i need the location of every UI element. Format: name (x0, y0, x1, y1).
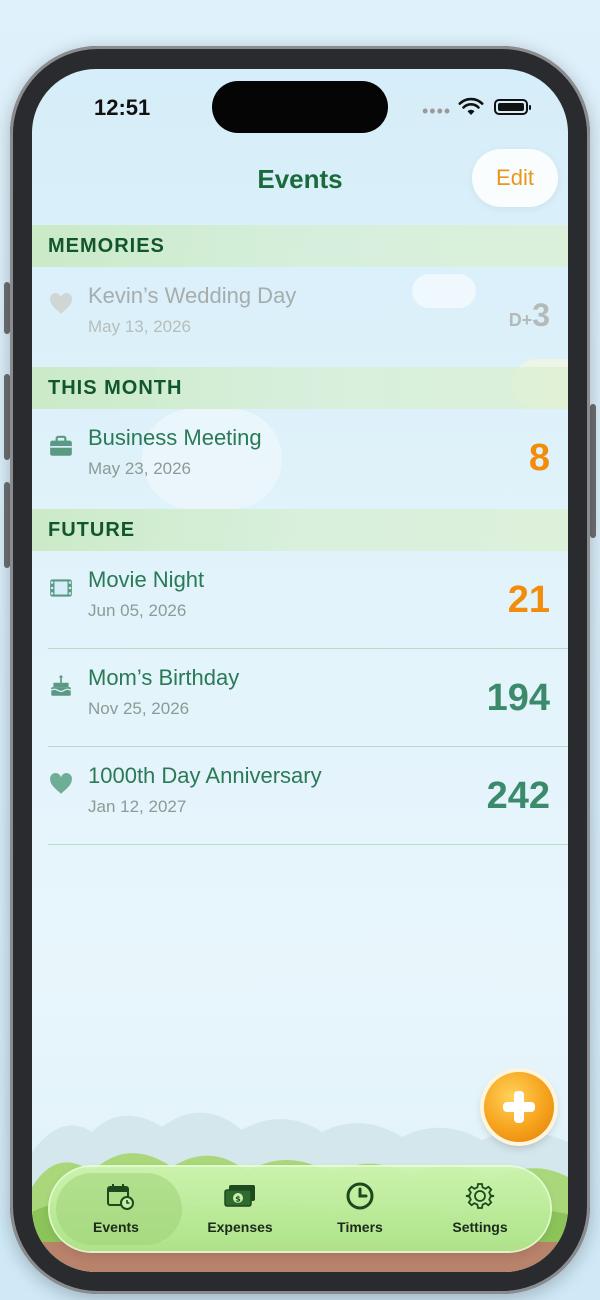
money-icon: $ (224, 1185, 255, 1207)
add-event-button[interactable] (484, 1072, 554, 1142)
days-until-count: 8 (528, 437, 550, 479)
row-divider (48, 746, 568, 747)
event-row[interactable]: Business Meeting May 23, 2026 8 (32, 411, 568, 507)
days-until-count: 194 (486, 677, 550, 719)
wifi-icon (458, 97, 484, 115)
calendar-clock-icon (107, 1184, 134, 1210)
tab-expenses[interactable]: $ Expenses (180, 1167, 300, 1251)
tab-settings[interactable]: Settings (420, 1167, 540, 1251)
event-title: Kevin’s Wedding Day (88, 283, 297, 308)
gear-icon (465, 1183, 495, 1209)
tab-events[interactable]: Events (50, 1167, 182, 1251)
event-row[interactable]: 1000th Day Anniversary Jan 12, 2027 242 (32, 749, 568, 845)
days-since-count: D+3 (509, 297, 550, 334)
event-title: Movie Night (88, 567, 205, 592)
heart-icon (50, 293, 72, 314)
section-header-memories: MEMORIES (32, 225, 568, 267)
briefcase-icon (50, 435, 72, 456)
event-row[interactable]: Kevin’s Wedding Day May 13, 2026 D+3 (32, 269, 568, 365)
battery-icon (494, 99, 531, 115)
days-until-count: 242 (486, 775, 550, 817)
event-title: Mom’s Birthday (88, 665, 240, 690)
clock-icon (346, 1182, 374, 1210)
event-date: Nov 25, 2026 (88, 699, 190, 718)
event-date: May 13, 2026 (88, 317, 192, 336)
app-screen: 12:51 •••• Events Edit MEMORIES Kevin’s … (32, 69, 568, 1272)
tab-label: Timers (337, 1219, 383, 1235)
signal-icon: •••• (422, 101, 452, 121)
edit-button[interactable]: Edit (472, 149, 558, 207)
days-since-prefix: D+ (508, 310, 533, 330)
tab-label: Settings (452, 1219, 508, 1235)
heart-icon (50, 773, 72, 794)
row-divider (48, 844, 568, 845)
row-divider (48, 648, 568, 649)
status-time: 12:51 (94, 95, 151, 120)
section-header-future: FUTURE (32, 509, 568, 551)
dynamic-island (212, 81, 388, 133)
event-date: May 23, 2026 (88, 459, 192, 478)
event-title: 1000th Day Anniversary (88, 763, 322, 788)
days-until-count: 21 (507, 579, 550, 621)
section-header-this-month: THIS MONTH (32, 367, 568, 409)
tab-timers[interactable]: Timers (300, 1167, 420, 1251)
days-since-value: 3 (532, 297, 550, 333)
power-button (590, 404, 596, 538)
tab-label: Events (93, 1219, 139, 1235)
event-row[interactable]: Movie Night Jun 05, 2026 21 (32, 553, 568, 649)
event-row[interactable]: Mom’s Birthday Nov 25, 2026 194 (32, 651, 568, 747)
event-date: Jun 05, 2026 (88, 601, 187, 620)
tab-bar: Events $ Expenses Timers Settings (50, 1167, 550, 1251)
film-icon (50, 579, 72, 597)
event-title: Business Meeting (88, 425, 262, 450)
tab-label: Expenses (207, 1219, 273, 1235)
birthday-cake-icon (50, 675, 72, 696)
event-date: Jan 12, 2027 (88, 797, 187, 816)
svg-text:$: $ (235, 1195, 241, 1204)
